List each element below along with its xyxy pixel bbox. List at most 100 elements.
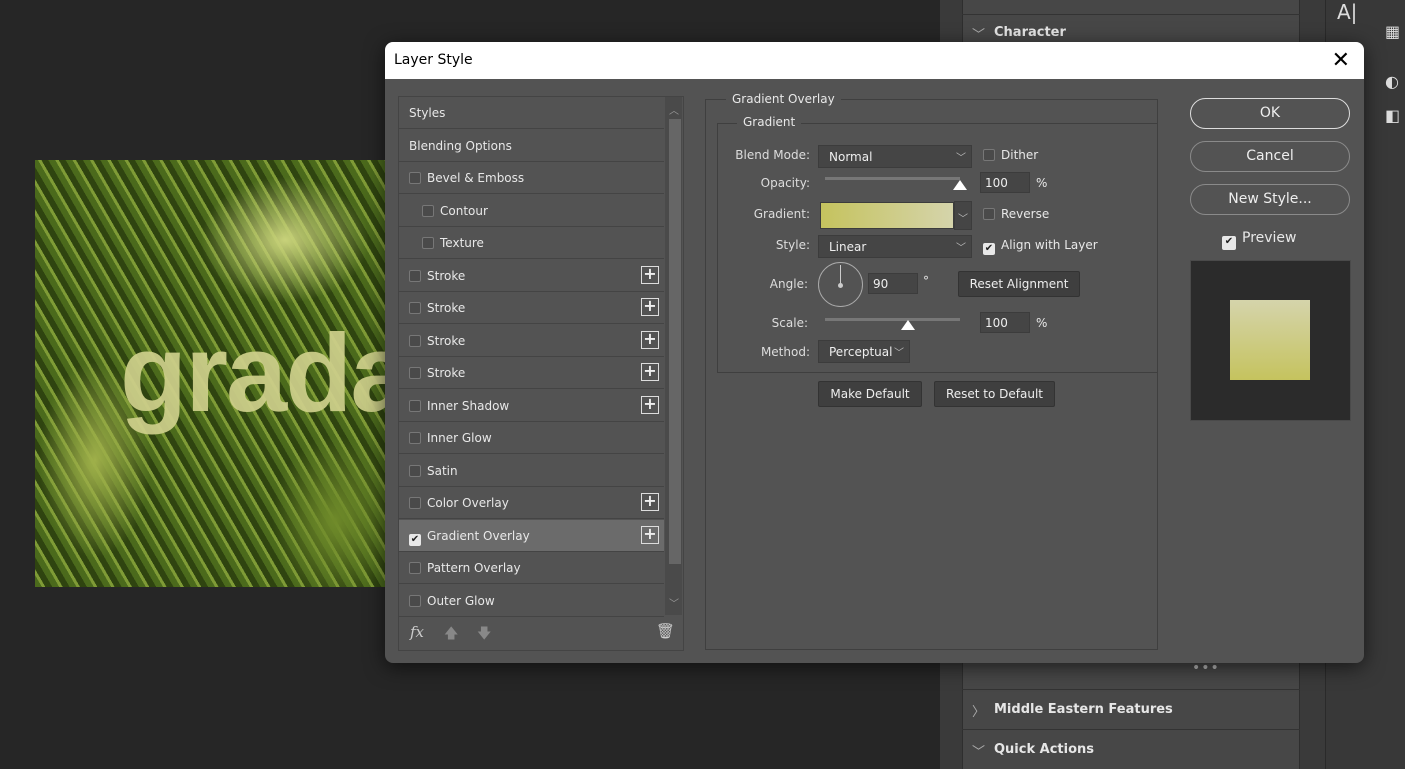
style-item[interactable]: Outer Glow	[399, 585, 664, 617]
close-icon[interactable]: ✕	[1332, 48, 1350, 73]
add-icon[interactable]: +	[641, 525, 659, 544]
preview-checkbox[interactable]: ✔ Preview	[1222, 230, 1297, 250]
style-item[interactable]: Stroke +	[399, 325, 664, 357]
checkbox[interactable]	[409, 399, 421, 412]
checkbox[interactable]	[409, 172, 421, 184]
style-select[interactable]: Linear ﹀	[818, 235, 972, 258]
checkbox[interactable]	[409, 302, 421, 314]
checkbox[interactable]	[983, 149, 995, 161]
reset-alignment-button[interactable]: Reset Alignment	[958, 271, 1080, 297]
add-icon[interactable]: +	[641, 395, 659, 414]
angle-dial[interactable]	[818, 262, 863, 307]
style-item-label: Pattern Overlay	[427, 561, 521, 575]
scrollbar-thumb[interactable]	[669, 119, 681, 564]
cancel-button[interactable]: Cancel	[1190, 141, 1350, 172]
align-with-layer-checkbox[interactable]: ✔ Align with Layer	[983, 238, 1098, 255]
method-select[interactable]: Perceptual ﹀	[818, 340, 910, 363]
add-icon[interactable]: +	[641, 265, 659, 284]
checkbox[interactable]	[409, 432, 421, 444]
style-item[interactable]: Texture	[399, 227, 664, 259]
checkbox[interactable]	[409, 269, 421, 282]
checkbox[interactable]	[409, 367, 421, 379]
add-icon[interactable]: +	[641, 363, 659, 381]
section-middle-eastern[interactable]: 〉 Middle Eastern Features	[962, 689, 1300, 729]
opacity-slider[interactable]	[825, 177, 960, 180]
preview-swatch	[1230, 300, 1310, 380]
scale-unit: %	[1036, 316, 1048, 330]
chevron-down-icon: ﹀	[956, 243, 966, 254]
style-item-label: Stroke	[427, 333, 466, 348]
style-item[interactable]: Satin	[399, 455, 664, 487]
scroll-up-icon[interactable]: ︿	[669, 102, 679, 117]
checkbox[interactable]: ✔	[1222, 236, 1236, 250]
style-item[interactable]: Blending Options	[399, 130, 664, 162]
style-item-label: Stroke	[427, 366, 466, 380]
style-item[interactable]: Stroke +	[399, 357, 664, 389]
styles-list-footer: fx 🡅 🡇 🗑	[399, 615, 683, 651]
checkbox[interactable]	[422, 237, 434, 249]
checkbox[interactable]	[983, 208, 995, 220]
new-style-button[interactable]: New Style...	[1190, 184, 1350, 215]
trash-icon[interactable]: 🗑	[656, 622, 675, 640]
style-item[interactable]: Styles	[399, 97, 664, 129]
checkbox[interactable]	[409, 594, 421, 607]
section-label: Middle Eastern Features	[994, 702, 1173, 717]
style-item[interactable]: Stroke +	[399, 260, 664, 292]
fx-icon[interactable]: fx	[410, 623, 424, 641]
angle-unit: °	[923, 274, 929, 288]
blend-mode-label: Blend Mode:	[735, 148, 810, 162]
scale-input[interactable]: 100	[980, 312, 1030, 333]
style-item-label: Stroke	[427, 301, 466, 315]
style-item[interactable]: Color Overlay +	[399, 487, 664, 519]
chevron-down-icon: ﹀	[956, 153, 966, 164]
style-item[interactable]: Bevel & Emboss	[399, 162, 664, 194]
gradient-picker-chevron-icon[interactable]: ﹀	[954, 201, 972, 230]
style-item[interactable]: Inner Glow	[399, 422, 664, 454]
scale-label: Scale:	[771, 316, 808, 330]
angle-center	[838, 283, 843, 288]
checkbox[interactable]: ✔	[409, 533, 421, 546]
section-quick-actions[interactable]: ﹀ Quick Actions	[962, 729, 1300, 769]
style-item-label: Texture	[440, 236, 484, 250]
dialog-title: Layer Style	[394, 52, 473, 68]
blend-mode-select[interactable]: Normal ﹀	[818, 145, 972, 168]
select-value: Linear	[829, 240, 867, 254]
gradient-swatch[interactable]	[820, 202, 954, 229]
make-default-button[interactable]: Make Default	[818, 381, 922, 407]
style-item[interactable]: Contour	[399, 195, 664, 227]
checkbox[interactable]	[422, 204, 434, 217]
grid-icon[interactable]: ▦	[1385, 22, 1400, 41]
reverse-checkbox[interactable]: Reverse	[983, 207, 1049, 221]
add-icon[interactable]: +	[641, 298, 659, 316]
checkbox[interactable]	[409, 497, 421, 509]
select-value: Perceptual	[829, 345, 893, 359]
scale-slider-knob[interactable]	[901, 320, 915, 330]
add-icon[interactable]: +	[641, 330, 659, 349]
character-icon[interactable]: A|	[1337, 0, 1357, 24]
style-item[interactable]: ✔ Gradient Overlay +	[399, 519, 664, 552]
checkbox[interactable]	[409, 464, 421, 477]
checkbox[interactable]	[409, 334, 421, 347]
checkbox[interactable]	[409, 562, 421, 574]
style-item[interactable]: Inner Shadow +	[399, 390, 664, 422]
checkbox-label: Align with Layer	[1001, 238, 1098, 252]
reset-to-default-button[interactable]: Reset to Default	[934, 381, 1055, 407]
move-down-icon[interactable]: 🡇	[477, 623, 491, 647]
dither-checkbox[interactable]: Dither	[983, 148, 1038, 162]
move-up-icon[interactable]: 🡅	[444, 623, 458, 647]
libraries-icon[interactable]: ◧	[1385, 106, 1400, 125]
document-canvas[interactable]: grada	[35, 160, 385, 587]
chevron-down-icon: ﹀	[972, 28, 986, 43]
style-item[interactable]: Pattern Overlay	[399, 552, 664, 584]
add-icon[interactable]: +	[641, 493, 659, 511]
opacity-slider-knob[interactable]	[953, 180, 967, 190]
checkbox[interactable]: ✔	[983, 243, 995, 255]
angle-input[interactable]: 90	[868, 273, 918, 294]
adjustments-icon[interactable]: ◐	[1385, 72, 1399, 91]
scroll-down-icon[interactable]: ﹀	[669, 595, 679, 610]
style-item[interactable]: Stroke +	[399, 292, 664, 324]
ok-button[interactable]: OK	[1190, 98, 1350, 129]
chevron-right-icon: 〉	[972, 705, 986, 720]
scale-slider[interactable]	[825, 318, 960, 321]
opacity-input[interactable]: 100	[980, 172, 1030, 193]
